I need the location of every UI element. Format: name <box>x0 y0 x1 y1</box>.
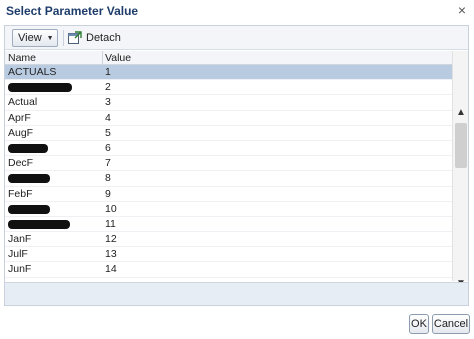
cell-value: 2 <box>105 81 111 94</box>
table-row[interactable]: 2 <box>5 80 452 96</box>
table-row[interactable]: 6 <box>5 141 452 157</box>
cell-name: AugF <box>8 126 34 139</box>
parameter-panel: View ▼ Detach Name Value ACTUALS 1 2 Actu <box>4 25 469 306</box>
vertical-scrollbar[interactable]: ▲ ▼ <box>452 51 468 289</box>
table-row[interactable]: JulF 13 <box>5 247 452 263</box>
toolbar: View ▼ Detach <box>5 26 468 50</box>
table-header: Name Value <box>5 51 452 65</box>
cell-name: AprF <box>8 111 31 124</box>
cell-value: 13 <box>105 248 117 261</box>
cell-value: 14 <box>105 263 117 276</box>
toolbar-separator <box>63 30 64 46</box>
cell-value: 6 <box>105 141 111 154</box>
table-row[interactable]: 11 <box>5 217 452 233</box>
column-divider[interactable] <box>102 51 103 65</box>
table-body: ACTUALS 1 2 Actual 3 AprF 4 AugF 5 6 DecF 7 8 FebF 9 10… <box>5 65 452 281</box>
table-row[interactable]: 8 <box>5 171 452 187</box>
view-menu-button[interactable]: View ▼ <box>12 29 58 47</box>
table-row[interactable]: AprF 4 <box>5 111 452 126</box>
cell-name: Actual <box>8 96 38 109</box>
detach-window-icon <box>68 31 82 44</box>
scrollbar-thumb[interactable] <box>455 123 467 168</box>
redacted-name <box>8 219 70 229</box>
cell-name: JanF <box>8 233 32 246</box>
table-row[interactable]: Actual 3 <box>5 95 452 111</box>
table-row[interactable]: FebF 9 <box>5 187 452 202</box>
cell-name: MarF <box>8 279 33 281</box>
cell-value: 9 <box>105 187 111 200</box>
table-row[interactable]: MarF 15 <box>5 278 452 281</box>
redacted-name <box>8 204 50 214</box>
cell-value: 1 <box>105 66 111 78</box>
ok-button[interactable]: OK <box>409 314 429 334</box>
table-row[interactable]: JanF 12 <box>5 232 452 248</box>
table-row[interactable]: DecF 7 <box>5 156 452 172</box>
redacted-name <box>8 143 48 153</box>
column-header-name[interactable]: Name <box>8 52 36 64</box>
cell-name: ACTUALS <box>8 66 57 78</box>
table-row[interactable]: ACTUALS 1 <box>5 65 452 81</box>
cell-value: 12 <box>105 233 117 246</box>
select-parameter-dialog: Select Parameter Value × View ▼ Detach N… <box>0 0 474 339</box>
table-row[interactable]: JunF 14 <box>5 262 452 278</box>
cell-name: JulF <box>8 248 28 261</box>
cell-value: 15 <box>105 279 117 281</box>
cell-value: 7 <box>105 157 111 170</box>
cell-value: 4 <box>105 111 111 124</box>
cell-value: 3 <box>105 96 111 109</box>
dialog-titlebar: Select Parameter Value × <box>0 0 474 22</box>
detach-button[interactable]: Detach <box>68 29 121 47</box>
view-label: View <box>18 32 42 44</box>
close-icon[interactable]: × <box>458 2 466 18</box>
column-header-value[interactable]: Value <box>105 52 131 64</box>
cell-value: 10 <box>105 202 117 215</box>
cell-name: DecF <box>8 157 34 170</box>
redacted-name <box>8 83 72 93</box>
table-status-bar <box>5 282 468 305</box>
cell-value: 5 <box>105 126 111 139</box>
detach-label: Detach <box>86 32 121 44</box>
dialog-title: Select Parameter Value <box>6 4 139 18</box>
cell-name: FebF <box>8 187 33 200</box>
table-row[interactable]: AugF 5 <box>5 126 452 141</box>
caret-down-icon: ▼ <box>46 34 54 42</box>
parameter-table: Name Value ACTUALS 1 2 Actual 3 AprF 4 AugF 5 6 De… <box>5 51 468 281</box>
cell-name: JunF <box>8 263 32 276</box>
cancel-button[interactable]: Cancel <box>432 314 470 334</box>
redacted-name <box>8 174 50 184</box>
scroll-up-icon[interactable]: ▲ <box>455 107 467 119</box>
table-row[interactable]: 10 <box>5 202 452 217</box>
cell-value: 8 <box>105 172 111 185</box>
cell-value: 11 <box>105 217 116 230</box>
dialog-footer: OK Cancel <box>0 308 474 339</box>
